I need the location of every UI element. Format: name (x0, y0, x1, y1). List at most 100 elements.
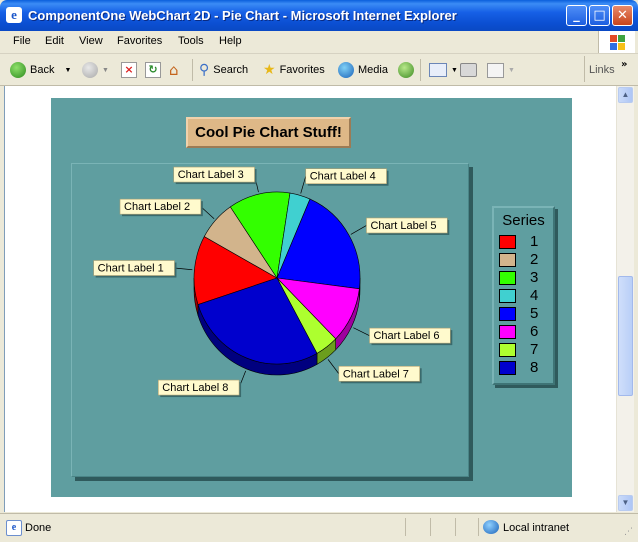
status-separator (430, 518, 431, 536)
stop-icon: × (121, 62, 137, 78)
legend-swatch (499, 361, 516, 375)
legend-item: 2 (499, 251, 549, 268)
toolbar: Back ▼ ▼ × ↻ ⌂ ⚲ Search ★ Favorites Medi… (0, 54, 638, 86)
edit-button[interactable]: ▼ (487, 60, 515, 80)
status-separator (478, 518, 479, 536)
windows-logo-icon (598, 31, 635, 53)
security-zone: Local intranet (503, 522, 570, 534)
legend-swatch (499, 253, 516, 267)
back-button[interactable]: Back ▼ (10, 60, 71, 80)
back-arrow-icon (10, 62, 26, 78)
legend-item: 6 (499, 323, 549, 340)
toolbar-separator (420, 59, 421, 81)
toolbar-separator (192, 59, 193, 81)
links-label: Links (589, 64, 615, 76)
menu-tools[interactable]: Tools (178, 35, 204, 47)
home-button[interactable]: ⌂ (169, 60, 185, 80)
forward-button[interactable]: ▼ (82, 60, 109, 80)
status-text: Done (25, 522, 52, 534)
chart-container: Cool Pie Chart Stuff! Chart Label 1 Chart… (51, 98, 572, 497)
refresh-icon: ↻ (145, 62, 161, 78)
menu-bar: File Edit View Favorites Tools Help (0, 31, 638, 54)
scroll-thumb[interactable] (618, 276, 633, 396)
ie-page-icon[interactable]: e (6, 7, 22, 23)
resize-grip-icon[interactable]: ⋰ (624, 527, 633, 537)
chart-label: Chart Label 8 (162, 382, 228, 394)
refresh-button[interactable]: ↻ (145, 60, 161, 80)
legend-label: 8 (530, 359, 539, 376)
legend-label: 5 (530, 305, 539, 322)
favorites-label: Favorites (279, 64, 325, 76)
history-button[interactable] (398, 60, 414, 80)
page-done-icon: e (6, 520, 22, 536)
legend-swatch (499, 325, 516, 339)
back-label: Back (30, 64, 55, 76)
title-bar: e ComponentOne WebChart 2D - Pie Chart -… (0, 0, 638, 31)
status-separator (455, 518, 456, 536)
label-leader-line (300, 176, 307, 194)
menu-favorites[interactable]: Favorites (117, 35, 162, 47)
history-icon (398, 62, 414, 78)
home-icon: ⌂ (169, 61, 179, 79)
search-icon: ⚲ (199, 62, 210, 78)
label-leader-line (353, 327, 370, 336)
legend-label: 6 (530, 323, 539, 340)
print-button[interactable] (460, 60, 477, 80)
menu-file[interactable]: File (13, 35, 31, 47)
legend-swatch (499, 343, 516, 357)
forward-dropdown-icon[interactable]: ▼ (102, 67, 109, 74)
legend-label: 3 (530, 269, 539, 286)
menu-edit[interactable]: Edit (45, 35, 64, 47)
legend-title: Series (502, 212, 545, 229)
scroll-up-arrow-icon[interactable]: ▲ (618, 87, 633, 103)
vertical-scrollbar[interactable]: ▲ ▼ (616, 86, 634, 512)
chart-label: Chart Label 3 (178, 169, 244, 181)
menu-view[interactable]: View (79, 35, 103, 47)
forward-arrow-icon (82, 62, 98, 78)
links-button[interactable]: Links (589, 60, 615, 80)
chart-label: Chart Label 2 (124, 201, 190, 213)
chart-label: Chart Label 1 (98, 263, 164, 275)
legend-item: 5 (499, 305, 549, 322)
legend-swatch (499, 289, 516, 303)
media-label: Media (358, 64, 388, 76)
back-dropdown-icon[interactable]: ▼ (64, 67, 71, 74)
media-globe-icon (338, 62, 354, 78)
chart-label: Chart Label 4 (310, 171, 376, 183)
search-button[interactable]: ⚲ Search (199, 60, 248, 80)
close-button[interactable]: ✕ (612, 5, 633, 26)
links-separator (584, 56, 585, 82)
menu-help[interactable]: Help (219, 35, 242, 47)
legend-label: 7 (530, 341, 539, 358)
label-leader-line (174, 267, 193, 271)
legend-label: 2 (530, 251, 539, 268)
stop-button[interactable]: × (121, 60, 137, 80)
legend: Series 12345678 (492, 206, 555, 385)
mail-button[interactable]: ▼ (429, 60, 458, 80)
maximize-button[interactable]: □ (589, 5, 610, 26)
status-bar: e Done Local intranet ⋰ (0, 513, 638, 542)
scroll-down-arrow-icon[interactable]: ▼ (618, 495, 633, 511)
legend-item: 8 (499, 359, 549, 376)
label-leader-line (327, 359, 340, 374)
favorites-button[interactable]: ★ Favorites (263, 60, 325, 80)
mail-dropdown-icon[interactable]: ▼ (451, 67, 458, 74)
chart-label: Chart Label 5 (370, 220, 436, 232)
media-button[interactable]: Media (338, 60, 388, 80)
window-title: ComponentOne WebChart 2D - Pie Chart - M… (28, 8, 457, 23)
minimize-button[interactable]: _ (566, 5, 587, 26)
chart-label: Chart Label 6 (373, 330, 439, 342)
toolbar-overflow-chevron-icon[interactable]: » (621, 54, 627, 74)
legend-item: 1 (499, 233, 549, 250)
edit-dropdown-icon[interactable]: ▼ (508, 67, 515, 74)
legend-label: 4 (530, 287, 539, 304)
print-icon (460, 63, 477, 77)
edit-page-icon (487, 62, 504, 78)
search-label: Search (213, 64, 249, 76)
legend-label: 1 (530, 233, 539, 250)
label-leader-line (350, 225, 367, 235)
legend-item: 7 (499, 341, 549, 358)
local-intranet-icon (483, 520, 499, 534)
chart-label: Chart Label 7 (343, 368, 409, 380)
status-separator (405, 518, 406, 536)
